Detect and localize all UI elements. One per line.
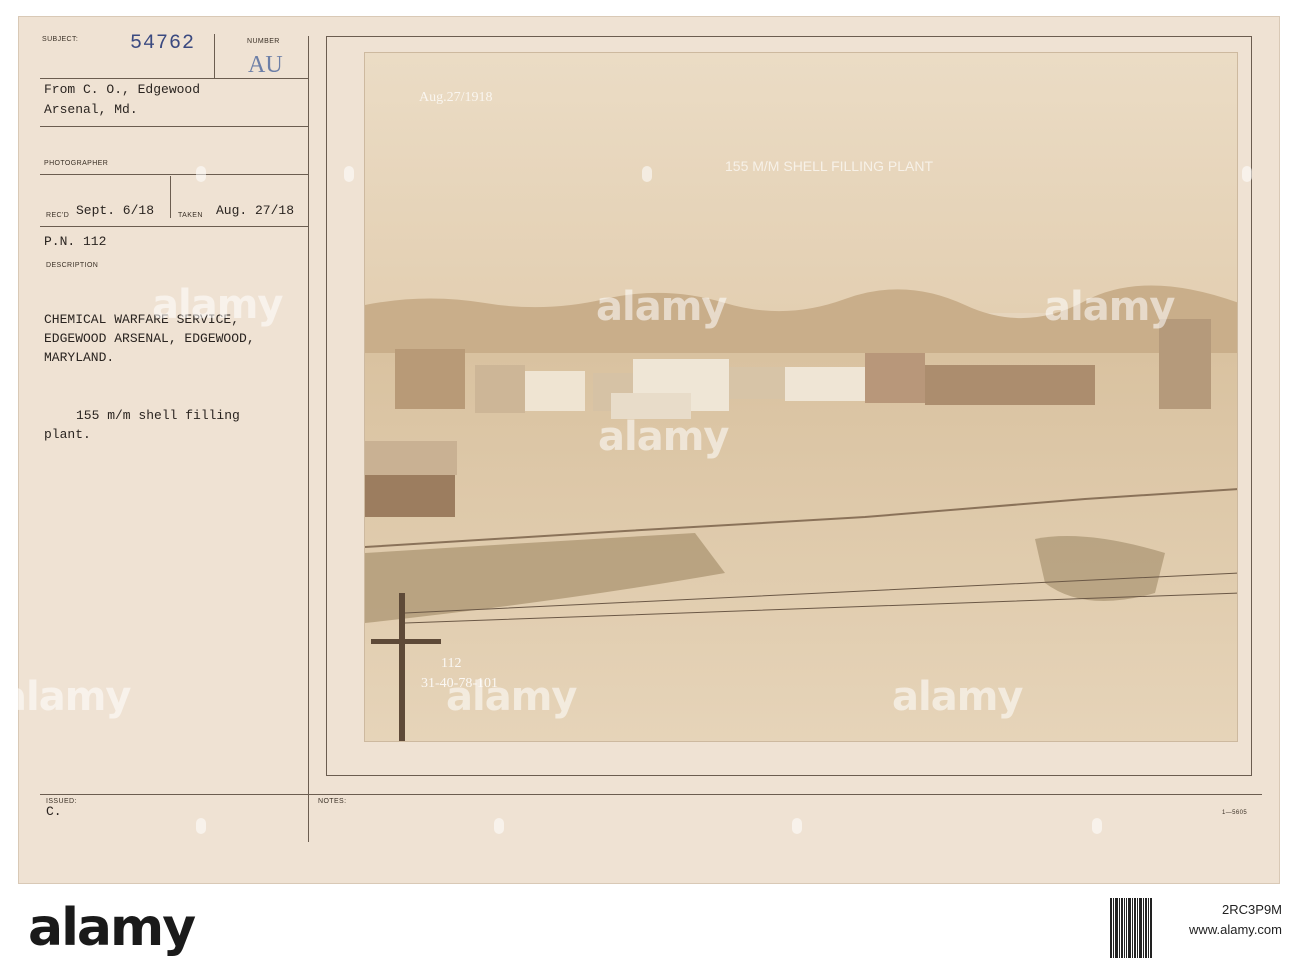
pn-number: P.N. 112 xyxy=(44,234,107,249)
power-pole-arm xyxy=(371,639,441,644)
divider-1 xyxy=(40,78,308,79)
recd-label: REC'D xyxy=(46,212,70,219)
from-line-1: From C. O., Edgewood xyxy=(44,82,201,97)
watermark-right-bottom: alamy xyxy=(892,674,1023,720)
footer-logo[interactable]: alamy xyxy=(28,898,196,958)
shed-roof xyxy=(365,441,457,475)
watermark-dot xyxy=(494,818,504,834)
watermark-right-top: alamy xyxy=(1044,284,1175,330)
watermark-dot xyxy=(344,166,354,182)
watermark-dot xyxy=(1242,166,1252,182)
description-label: DESCRIPTION xyxy=(46,262,99,269)
photographer-label: PHOTOGRAPHER xyxy=(44,160,109,167)
watermark-dot xyxy=(1092,818,1102,834)
building xyxy=(865,353,925,403)
number-label: NUMBER xyxy=(247,38,280,45)
building xyxy=(785,367,865,401)
photo-date-inscription: Aug.27/1918 xyxy=(419,90,493,105)
landscape-scene: Aug.27/1918 155 M/M SHELL FILLING PLANT … xyxy=(365,53,1237,741)
issued-value: C. xyxy=(46,804,62,819)
taken-label: TAKEN xyxy=(178,212,203,219)
building xyxy=(525,371,585,411)
divider-3 xyxy=(40,174,308,175)
footer-bar xyxy=(0,884,1300,974)
sky xyxy=(365,53,1237,313)
divider-4 xyxy=(40,226,308,227)
photograph: Aug.27/1918 155 M/M SHELL FILLING PLANT … xyxy=(364,52,1238,742)
number-stamp: AU xyxy=(248,52,283,78)
watermark-center-bottom: alamy xyxy=(446,674,577,720)
footer-url[interactable]: www.alamy.com xyxy=(1172,922,1282,937)
watermark-dot xyxy=(196,818,206,834)
photo-title-inscription: 155 M/M SHELL FILLING PLANT xyxy=(725,158,933,174)
tower xyxy=(1159,319,1211,409)
recd-date: Sept. 6/18 xyxy=(76,203,155,218)
subject-label: SUBJECT: xyxy=(42,36,79,43)
caption-line-2: plant. xyxy=(44,427,91,442)
watermark-dot xyxy=(196,166,206,182)
recd-divider xyxy=(170,176,171,218)
bottom-divider xyxy=(40,794,1262,795)
divider-2 xyxy=(40,126,308,127)
from-line-2: Arsenal, Md. xyxy=(44,102,138,117)
watermark-left: alamy xyxy=(152,282,283,328)
watermark-center-top: alamy xyxy=(596,284,727,330)
description-line-2: EDGEWOOD ARSENAL, EDGEWOOD, xyxy=(44,331,255,346)
form-code: 1—5605 xyxy=(1222,810,1248,816)
caption-line-1: 155 m/m shell filling xyxy=(76,408,240,423)
watermark-center: alamy xyxy=(598,414,729,460)
subject-number-divider xyxy=(214,34,215,78)
watermark-dot xyxy=(642,166,652,182)
negative-number-line-1: 112 xyxy=(441,656,461,671)
power-pole xyxy=(399,593,405,741)
subject-number: 54762 xyxy=(130,32,196,55)
building xyxy=(395,349,465,409)
column-divider xyxy=(308,36,309,842)
description-line-3: MARYLAND. xyxy=(44,350,115,365)
image-id: 2RC3P9M xyxy=(1222,902,1282,917)
watermark-dot xyxy=(792,818,802,834)
notes-label: NOTES: xyxy=(318,798,347,805)
building xyxy=(925,365,1095,405)
barcode-icon xyxy=(1110,898,1162,958)
building xyxy=(475,365,525,413)
building xyxy=(729,367,789,399)
taken-date: Aug. 27/18 xyxy=(216,203,295,218)
watermark-left-bottom: alamy xyxy=(0,674,131,720)
